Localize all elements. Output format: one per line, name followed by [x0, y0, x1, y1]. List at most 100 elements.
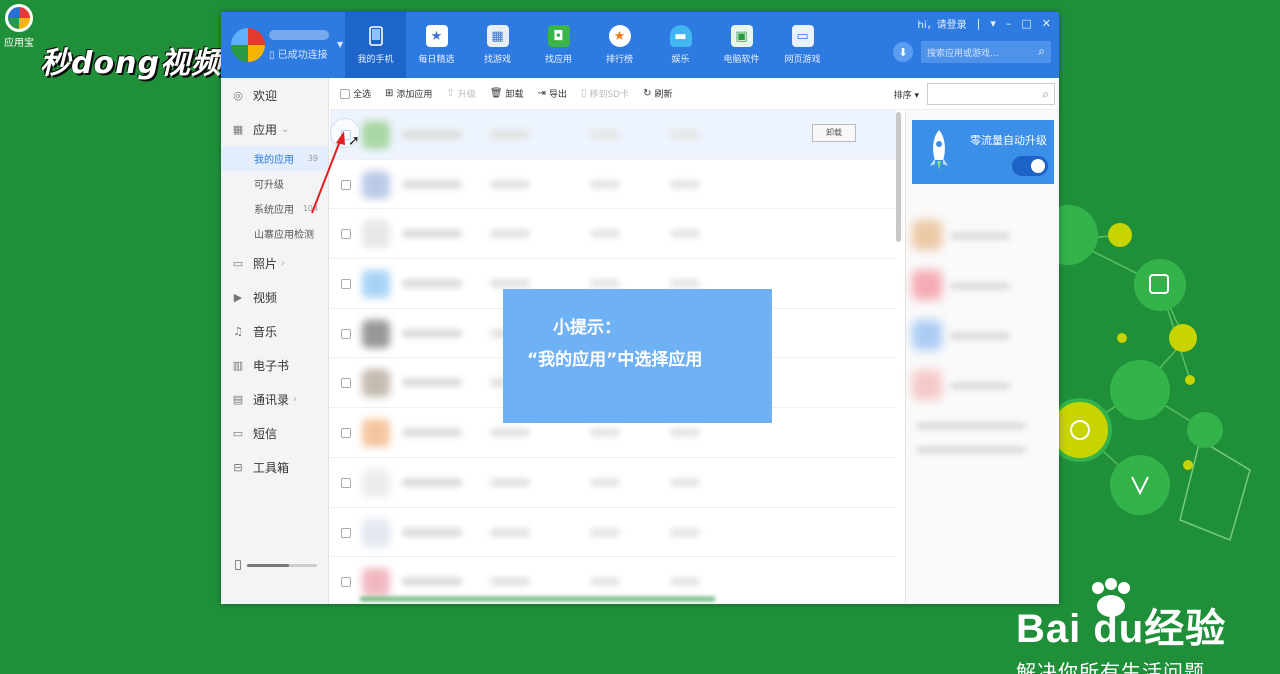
sidebar-item-ebooks[interactable]: ▥ 电子书	[221, 348, 328, 382]
nav-rankings[interactable]: ★ 排行榜	[589, 12, 650, 78]
app-name-blurred	[402, 279, 462, 289]
list-item[interactable]	[330, 160, 896, 210]
nav-my-phone[interactable]: 我的手机	[345, 12, 406, 78]
list-item[interactable]	[330, 458, 896, 508]
sidebar-sub-label: 我的应用	[254, 155, 294, 166]
search-icon[interactable]: ⌕	[1042, 87, 1049, 102]
list-item[interactable]: 卸载	[330, 110, 896, 160]
row-checkbox[interactable]	[341, 378, 351, 389]
refresh-button[interactable]: ↻ 刷新	[643, 87, 672, 100]
welcome-icon: ◎	[233, 88, 243, 102]
medal-icon: ★	[608, 25, 631, 47]
app-name-blurred	[402, 229, 462, 239]
sidebar-item-photos[interactable]: ▭ 照片 ›	[221, 246, 328, 280]
sidebar-item-welcome[interactable]: ◎ 欢迎	[221, 78, 328, 112]
row-uninstall-button[interactable]: 卸载	[812, 124, 856, 142]
nav-entertainment[interactable]: ▬ 娱乐	[650, 12, 711, 78]
list-scrollbar[interactable]	[896, 112, 901, 242]
export-button[interactable]: ⇥ 导出	[538, 87, 567, 100]
top-bar: ▯ 已成功连接 ▼ 我的手机 ★ 每日精选 ▦ 找游戏 ◘ 找应用 ★ 排行榜	[221, 12, 1059, 78]
list-toolbar: 全选 ⊞ 添加应用 ⇧ 升级 🗑 卸载 ⇥ 导出 ▯ 移到SD卡 ↻ 刷新 排序 ▾ ⌕	[330, 78, 1059, 110]
rocket-icon	[930, 130, 948, 170]
baidu-slogan: 解决你所有生活问题	[1016, 662, 1205, 674]
app-name-blurred	[402, 428, 462, 438]
device-account[interactable]: ▯ 已成功连接 ▼	[231, 26, 343, 66]
sidebar-item-toolbox[interactable]: ⊟ 工具箱	[221, 450, 328, 484]
app-name-blurred	[402, 328, 462, 338]
checkbox[interactable]	[340, 88, 350, 99]
app-icon-blurred	[362, 568, 390, 597]
app-meta-blurred	[670, 527, 700, 537]
add-app-button[interactable]: ⊞ 添加应用	[385, 87, 432, 100]
sidebar-item-contacts[interactable]: ▤ 通讯录 ›	[221, 382, 328, 416]
uninstall-toolbar-button[interactable]: 🗑 卸载	[490, 87, 524, 100]
app-icon-blurred	[362, 270, 390, 299]
row-checkbox[interactable]	[341, 577, 351, 588]
nav-pc-software[interactable]: ▣ 电脑软件	[711, 12, 772, 78]
sidebar-item-sms[interactable]: ▭ 短信	[221, 416, 328, 450]
sd-card-icon: ▯	[580, 88, 587, 99]
recommend-icon-blurred	[912, 220, 942, 250]
app-meta-blurred	[670, 428, 700, 438]
nav-find-apps[interactable]: ◘ 找应用	[528, 12, 589, 78]
chevron-right-icon: ›	[293, 393, 298, 405]
row-checkbox[interactable]	[341, 527, 351, 538]
upgrade-button[interactable]: ⇧ 升级	[446, 87, 475, 100]
move-to-sd-button[interactable]: ▯ 移到SD卡	[581, 87, 629, 100]
row-checkbox[interactable]	[341, 428, 351, 439]
baidu-jingyan-watermark: Bai du经验 解决你所有生活问题	[1016, 596, 1226, 674]
sidebar-sub-label: 系统应用	[254, 205, 294, 216]
nav-daily-picks[interactable]: ★ 每日精选	[406, 12, 467, 78]
sidebar-item-videos[interactable]: ▶ 视频	[221, 280, 328, 314]
sidebar-item-label: 视频	[253, 290, 278, 305]
bag-icon: ◘	[547, 25, 570, 47]
app-meta-blurred	[490, 428, 530, 438]
nav-label: 电脑软件	[723, 55, 760, 65]
nav-label: 排行榜	[605, 55, 633, 65]
select-all-label: 全选	[353, 90, 372, 100]
close-icon[interactable]: ✕	[1042, 17, 1051, 30]
video-watermark: 秒dong视频	[40, 46, 222, 81]
maximize-icon[interactable]: □	[1021, 17, 1031, 30]
minimize-icon[interactable]: –	[1006, 17, 1012, 30]
dropdown-arrow-icon[interactable]: ▼	[337, 40, 343, 49]
row-checkbox[interactable]	[341, 328, 351, 339]
row-checkbox[interactable]	[341, 229, 351, 240]
app-icon-blurred	[362, 518, 390, 547]
auto-upgrade-toggle[interactable]	[1012, 156, 1048, 176]
bottom-blur-strip	[360, 597, 715, 601]
app-name-blurred	[402, 179, 462, 189]
app-meta-blurred	[670, 577, 700, 587]
app-meta-blurred	[490, 279, 530, 289]
app-icon-blurred	[362, 419, 390, 448]
phone-icon	[365, 25, 387, 47]
sort-dropdown[interactable]: 排序 ▾	[894, 88, 919, 101]
app-search-input[interactable]: ⌕	[927, 83, 1055, 105]
sidebar-item-music[interactable]: ♫ 音乐	[221, 314, 328, 348]
menu-icon[interactable]: ▾	[990, 17, 996, 30]
search-icon[interactable]: ⌕	[1038, 44, 1045, 59]
download-manager-icon[interactable]: ⬇	[893, 42, 913, 62]
app-icon-blurred	[362, 468, 390, 497]
app-meta-blurred	[490, 477, 530, 487]
app-meta-blurred	[590, 279, 620, 289]
nav-label: 娱乐	[671, 55, 690, 65]
phone-storage-icon	[235, 560, 241, 570]
list-item[interactable]	[330, 209, 896, 260]
promo-title: 零流量自动升级	[970, 134, 1047, 147]
nav-find-games[interactable]: ▦ 找游戏	[467, 12, 528, 78]
nav-web-games[interactable]: ▭ 网页游戏	[772, 12, 833, 78]
app-meta-blurred	[590, 179, 620, 189]
list-item[interactable]	[330, 508, 896, 558]
login-link[interactable]: hi，请登录	[918, 16, 967, 31]
device-name-blurred	[269, 30, 329, 40]
sidebar-sub-fake-app-check[interactable]: 山寨应用检测	[221, 221, 328, 246]
row-checkbox[interactable]	[341, 279, 351, 290]
desktop-app-icon[interactable]: 应用宝	[2, 4, 36, 49]
storage-bar-fill	[247, 563, 289, 567]
nav-label: 找游戏	[483, 55, 511, 65]
top-search-input[interactable]: 搜索应用或游戏... ⌕	[921, 41, 1051, 63]
row-checkbox[interactable]	[341, 477, 351, 488]
select-all-checkbox[interactable]: 全选	[340, 87, 371, 100]
top-search-placeholder: 搜索应用或游戏...	[927, 49, 999, 59]
